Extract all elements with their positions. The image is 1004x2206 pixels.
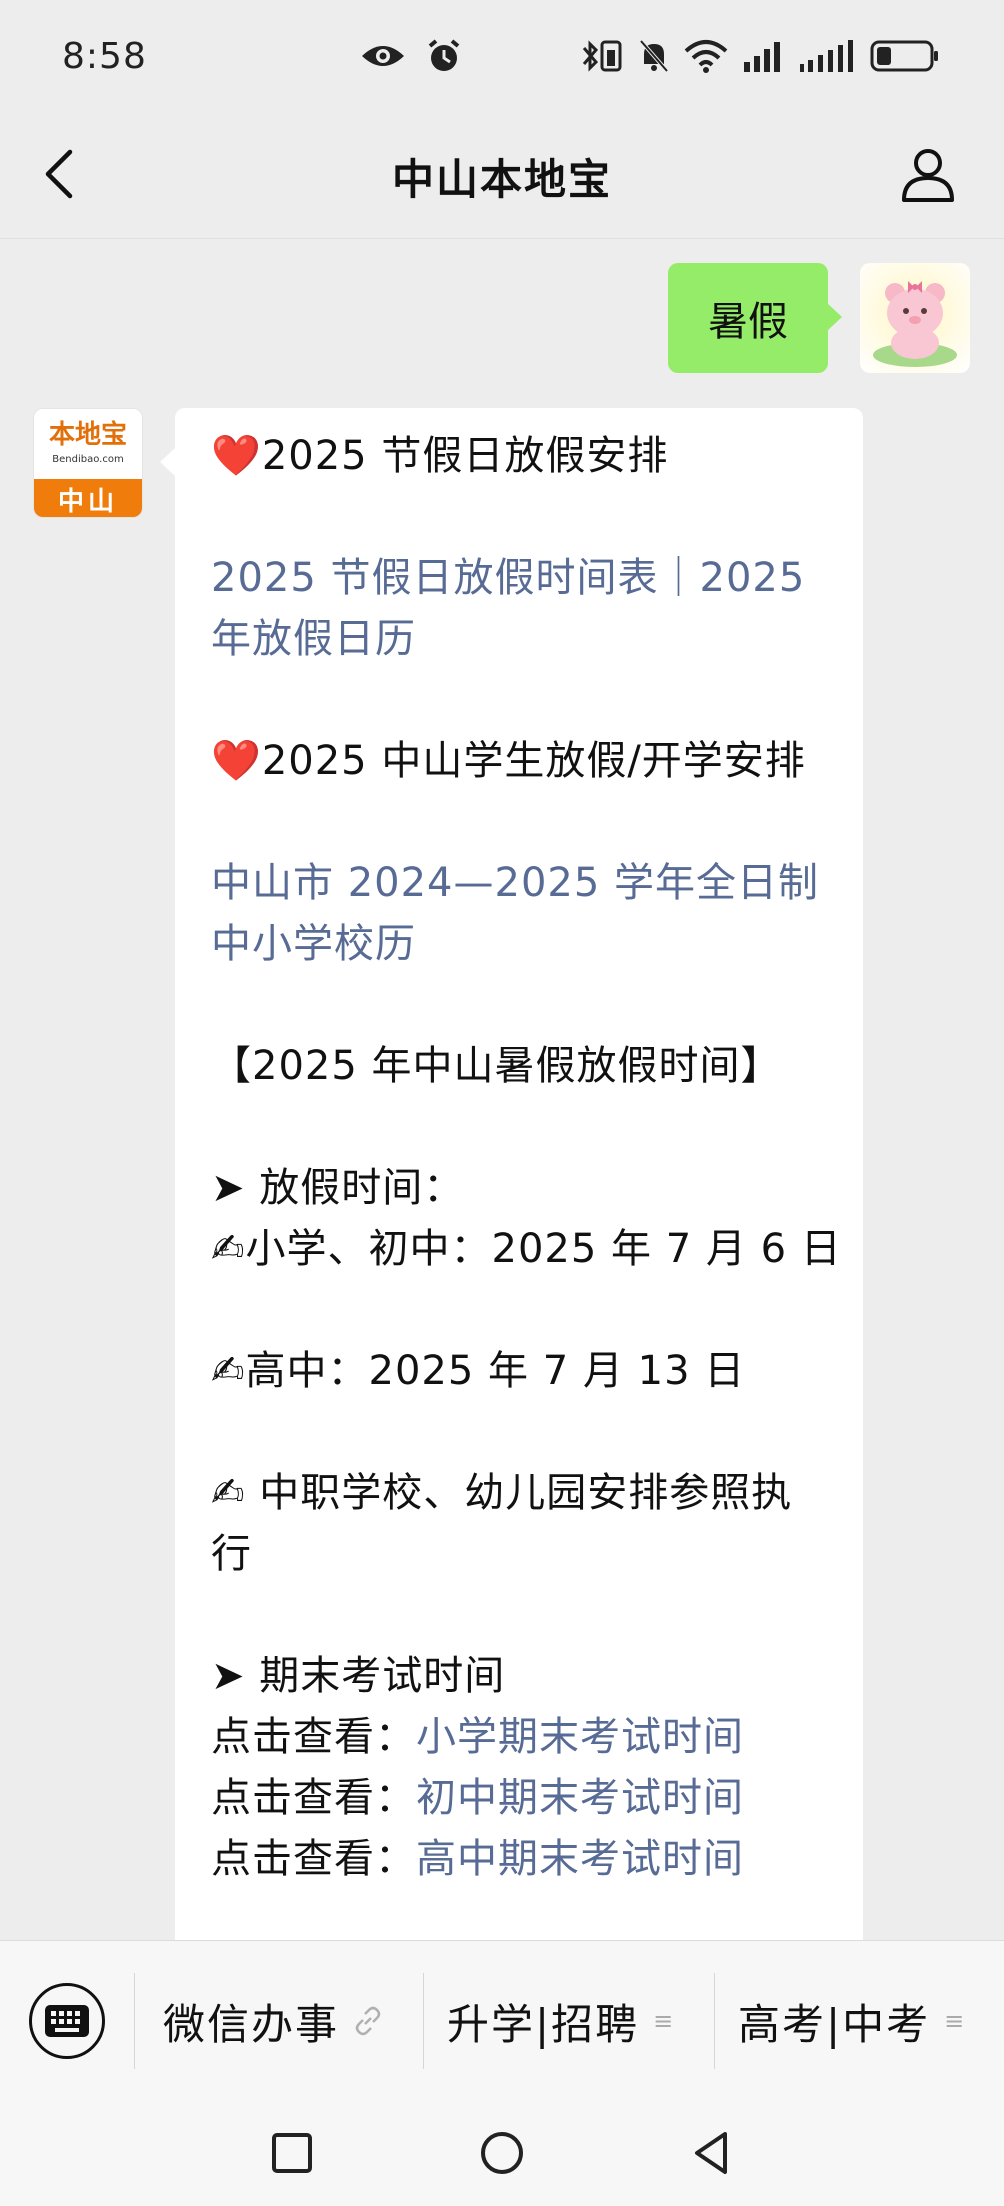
link-icon [355, 2006, 381, 2036]
message-line: ❤️2025 中山学生放假/开学安排 [211, 731, 831, 792]
menu-gaokao-zhongkao[interactable]: 高考|中考 ≡ [738, 1941, 964, 2101]
high-school-date: ✍高中：2025 年 7 月 13 日 [211, 1348, 746, 1394]
click-view-prefix: 点击查看： [211, 1775, 416, 1821]
system-navigation-bar [0, 2100, 1004, 2206]
signal-icon-2 [800, 40, 853, 72]
menu-divider [714, 1973, 715, 2069]
status-system-icons [580, 36, 940, 76]
logo-city-text: 中山 [34, 479, 142, 517]
logo-en-text: Bendibao.com [52, 454, 124, 465]
bot-message-bubble: ❤️2025 节假日放假安排 2025 节假日放假时间表｜2025 年放假日历 … [160, 408, 863, 1968]
eye-icon [362, 46, 404, 66]
menu-label: 高考|中考 [738, 1999, 931, 2049]
school-calendar-link[interactable]: 中山市 2024—2025 学年全日制中小学校历 [211, 853, 831, 975]
chat-title: 中山本地宝 [391, 155, 612, 204]
alarm-icon [428, 39, 460, 71]
summer-holiday-heading: 【2025 年中山暑假放假时间】 [211, 1043, 782, 1089]
profile-icon[interactable] [898, 144, 958, 204]
menu-wechat-services[interactable]: 微信办事 [163, 1941, 383, 2101]
user-avatar[interactable] [860, 263, 970, 373]
message-line: 点击查看：初中期末考试时间 [211, 1768, 831, 1829]
bluetooth-battery-icon [582, 40, 622, 72]
status-notification-icons [360, 38, 464, 74]
primary-exam-link[interactable]: 小学期末考试时间 [416, 1714, 744, 1760]
recent-apps-icon[interactable] [267, 2128, 317, 2178]
back-nav-icon[interactable] [687, 2128, 737, 2178]
menu-admission-recruitment[interactable]: 升学|招聘 ≡ [447, 1941, 673, 2101]
bear-avatar-icon [873, 281, 957, 367]
menu-label: 升学|招聘 [447, 1999, 640, 2049]
high-exam-link[interactable]: 高中期末考试时间 [416, 1836, 744, 1882]
heart-emoji: ❤️ [211, 433, 262, 479]
mute-icon [639, 39, 669, 73]
bendibao-avatar[interactable]: 本地宝 Bendibao.com 中山 [33, 408, 143, 518]
chat-header: 中山本地宝 [0, 110, 1004, 239]
menu-list-icon: ≡ [944, 2007, 965, 2035]
holiday-schedule-link[interactable]: 2025 节假日放假时间表｜2025 年放假日历 [211, 548, 831, 670]
battery-icon [870, 40, 938, 72]
middle-exam-link[interactable]: 初中期末考试时间 [416, 1775, 744, 1821]
logo-cn-text: 本地宝 [48, 420, 127, 450]
click-view-prefix: 点击查看： [211, 1714, 416, 1760]
signal-icon [744, 42, 780, 72]
menu-label: 微信办事 [163, 1999, 340, 2049]
user-message-bubble[interactable]: 暑假 [668, 263, 842, 373]
holiday-arrangement-text: 2025 节假日放假安排 [261, 433, 669, 479]
menu-list-icon: ≡ [653, 2007, 674, 2035]
holiday-time-label: ➤ 放假时间： [211, 1165, 465, 1211]
status-time: 8:58 [62, 36, 147, 77]
message-line: 点击查看：高中期末考试时间 [211, 1829, 831, 1890]
keyboard-icon [45, 2005, 89, 2037]
student-holiday-text: 2025 中山学生放假/开学安排 [261, 738, 806, 784]
wifi-icon [684, 40, 728, 73]
exam-time-label: ➤ 期末考试时间 [211, 1653, 506, 1699]
status-bar: 8:58 [0, 0, 1004, 110]
message-line: ❤️2025 节假日放假安排 [211, 426, 831, 487]
bendibao-logo: 本地宝 Bendibao.com [34, 409, 142, 479]
click-view-prefix: 点击查看： [211, 1836, 416, 1882]
bot-message-content: ❤️2025 节假日放假安排 2025 节假日放假时间表｜2025 年放假日历 … [211, 426, 842, 1890]
menu-divider [134, 1973, 135, 2069]
keyboard-toggle-button[interactable] [29, 1983, 105, 2059]
vocational-kindergarten-note: ✍ 中职学校、幼儿园安排参照执行 [211, 1470, 793, 1577]
user-message-text: 暑假 [708, 299, 788, 345]
official-account-menu-bar: 微信办事 升学|招聘 ≡ 高考|中考 ≡ [0, 1940, 1004, 2101]
primary-middle-date: ✍小学、初中：2025 年 7 月 6 日 [211, 1226, 842, 1272]
menu-divider [423, 1973, 424, 2069]
message-line: 点击查看：小学期末考试时间 [211, 1707, 831, 1768]
heart-emoji: ❤️ [211, 738, 262, 784]
home-icon[interactable] [477, 2128, 527, 2178]
